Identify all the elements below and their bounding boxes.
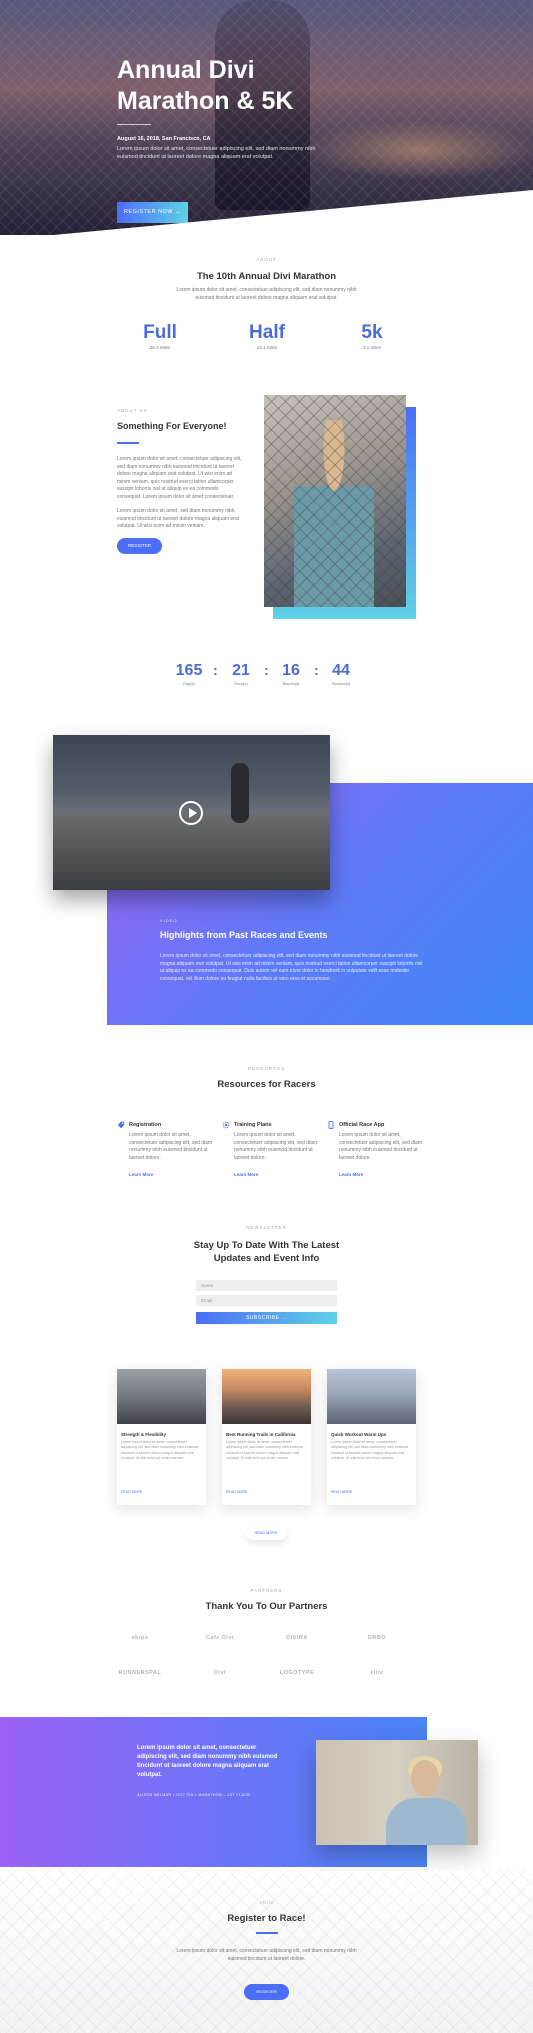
partner-logo: DRBO	[367, 1635, 387, 1641]
play-icon[interactable]	[179, 801, 203, 825]
stat-half-sub: 13.1 miles	[256, 345, 278, 350]
resource-registration-link[interactable]: Learn More	[129, 1172, 153, 1177]
register-divider	[256, 1932, 278, 1934]
register-description: Lorem ipsum dolor sit amet, consectetuer…	[176, 1948, 357, 1962]
countdown-seconds: 44	[332, 662, 350, 679]
partner-logo: RUNNERSPAL	[118, 1670, 162, 1676]
partner-logo: Cafe Divi	[205, 1635, 235, 1641]
everyone-title: Something For Everyone!	[117, 421, 227, 431]
video-runner	[231, 763, 249, 823]
name-field[interactable]: Name	[196, 1280, 337, 1291]
countdown-separator: :	[314, 662, 319, 678]
blog-card-image[interactable]	[117, 1369, 206, 1424]
blog-card[interactable]: Best Running Trails in California Lorem …	[222, 1369, 311, 1505]
portrait-body	[386, 1798, 466, 1845]
resources-title: Resources for Racers	[217, 1079, 316, 1090]
partner-logo: ekipo	[131, 1635, 149, 1641]
resource-app-desc: Lorem ipsum dolor sit amet, consectetuer…	[339, 1132, 423, 1161]
countdown-days-label: Day(s)	[183, 681, 195, 686]
partners-title: Thank You To Our Partners	[205, 1601, 328, 1612]
countdown-minutes: 16	[282, 662, 300, 679]
stat-full-value: Full	[143, 322, 177, 343]
hero-date: August 16, 2018, San Francisco, CA	[117, 136, 211, 142]
resource-training-link[interactable]: Learn More	[234, 1172, 258, 1177]
about-eyebrow: ABOUT	[256, 257, 277, 262]
blog-card-image[interactable]	[327, 1369, 416, 1424]
hero-title: Annual Divi Marathon & 5K	[117, 56, 294, 115]
email-field[interactable]: Email	[196, 1295, 337, 1306]
blog-card-read-more[interactable]: READ MORE	[331, 1490, 352, 1494]
portrait-head	[411, 1760, 439, 1796]
blog-card-desc: Lorem ipsum dolor sit amet, consectetuer…	[226, 1440, 304, 1461]
about-title: The 10th Annual Divi Marathon	[197, 271, 336, 282]
blog-card-read-more[interactable]: READ MORE	[121, 1490, 142, 1494]
stat-5k-sub: 3.1 miles	[362, 345, 381, 350]
stat-half-value: Half	[249, 322, 285, 343]
resources-eyebrow: RESOURCES	[247, 1066, 286, 1071]
blog-card[interactable]: Strength & Flexibility Lorem ipsum dolor…	[117, 1369, 206, 1505]
countdown-seconds-label: Second(s)	[331, 681, 351, 686]
runner-portrait-image	[264, 395, 406, 607]
hero-description: Lorem ipsum dolor sit amet, consectetuer…	[117, 146, 316, 160]
blog-card-image[interactable]	[222, 1369, 311, 1424]
resource-registration-title: Registration	[129, 1122, 162, 1128]
partners-eyebrow: PARTNERS	[250, 1588, 283, 1593]
countdown-hours-label: Hour(s)	[234, 681, 248, 686]
newsletter-eyebrow: NEWSLETTER	[246, 1225, 287, 1230]
countdown-separator: :	[264, 662, 269, 678]
register-now-button[interactable]: REGISTER NOW →	[117, 202, 188, 223]
resource-app-title: Official Race App	[339, 1122, 385, 1128]
blog-card-read-more[interactable]: READ MORE	[226, 1490, 247, 1494]
resource-training-title: Training Plans	[234, 1122, 272, 1128]
hero-divider	[117, 124, 151, 125]
register-eyebrow: JOIN	[259, 1900, 274, 1905]
partner-logo: Divi	[213, 1670, 227, 1676]
everyone-paragraph-1: Lorem ipsum dolor sit amet, consectetuer…	[117, 456, 242, 500]
everyone-eyebrow: ABOUT US	[117, 408, 148, 413]
about-description: Lorem ipsum dolor sit amet, consectetuer…	[176, 287, 357, 301]
blog-card-title[interactable]: Quick Workout Warm Ups	[331, 1432, 386, 1437]
gear-icon	[222, 1121, 230, 1129]
blog-card[interactable]: Quick Workout Warm Ups Lorem ipsum dolor…	[327, 1369, 416, 1505]
fence-mesh	[264, 395, 406, 607]
highlights-title: Highlights from Past Races and Events	[160, 930, 328, 940]
subscribe-button[interactable]: SUBSCRIBE →	[196, 1312, 337, 1324]
countdown-minutes-label: Minute(s)	[282, 681, 300, 686]
countdown-separator: :	[213, 662, 218, 678]
testimonial-author: ALISON BELMAR | 2017 FULL MARATHON – 1ST…	[137, 1793, 251, 1797]
highlights-description: Lorem ipsum dolor sit amet, consectetuer…	[160, 953, 423, 982]
partner-logo: elite	[370, 1670, 384, 1676]
mobile-phone-icon	[328, 1121, 334, 1129]
resource-training-desc: Lorem ipsum dolor sit amet, consectetuer…	[234, 1132, 318, 1161]
blog-card-title[interactable]: Best Running Trails in California	[226, 1432, 296, 1437]
everyone-divider	[117, 442, 139, 444]
highlights-eyebrow: VIDEO	[160, 918, 178, 923]
register-title: Register to Race!	[227, 1913, 306, 1924]
countdown-days: 165	[175, 662, 203, 679]
blog-card-desc: Lorem ipsum dolor sit amet, consectetuer…	[121, 1440, 199, 1461]
register-button[interactable]: REGISTER	[244, 1984, 289, 2000]
testimonial-portrait-image	[316, 1740, 478, 1845]
partner-logo: LOGOTYPE	[279, 1670, 315, 1676]
resource-registration-desc: Lorem ipsum dolor sit amet, consectetuer…	[129, 1132, 213, 1161]
everyone-paragraph-2: Lorem ipsum dolor sit amet, sed diam non…	[117, 508, 240, 529]
read-more-button[interactable]: READ MORE	[246, 1527, 286, 1540]
stat-full-sub: 26.2 miles	[149, 345, 171, 350]
newsletter-title: Stay Up To Date With The Latest Updates …	[193, 1240, 340, 1264]
partner-logo: DIVIRA	[286, 1635, 308, 1641]
tag-icon	[117, 1121, 125, 1129]
resource-app-link[interactable]: Learn More	[339, 1172, 363, 1177]
stat-5k-value: 5k	[361, 322, 383, 343]
blog-card-desc: Lorem ipsum dolor sit amet, consectetuer…	[331, 1440, 409, 1461]
countdown-hours: 21	[232, 662, 250, 679]
everyone-register-button[interactable]: REGISTER	[117, 538, 162, 554]
blog-card-title[interactable]: Strength & Flexibility	[121, 1432, 166, 1437]
testimonial-quote: Lorem ipsum dolor sit amet, consectetuer…	[137, 1745, 278, 1778]
